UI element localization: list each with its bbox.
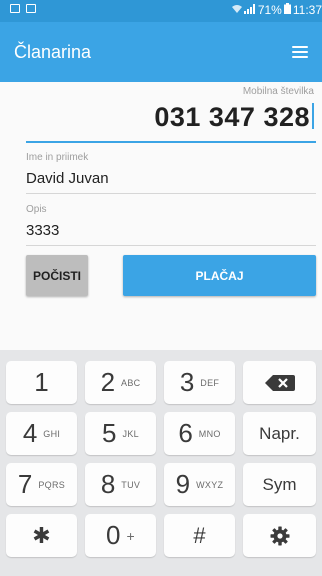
description-field[interactable]: 3333 (26, 222, 59, 239)
symbols-key[interactable]: Sym (243, 463, 316, 506)
description-label: Opis (26, 204, 47, 215)
clear-button[interactable]: POČISTI (26, 255, 88, 296)
status-bar: 71% 11:37 (0, 0, 322, 22)
key-2[interactable]: 2 ABC (85, 361, 156, 404)
pay-button[interactable]: PLAČAJ (123, 255, 316, 296)
key-0[interactable]: 0 + (85, 514, 156, 557)
battery-percent: 71% (257, 3, 282, 17)
numeric-keyboard: 1 2 ABC 3 DEF 4 GHI 5 JKL 6 MNO Napr. 7 PQRS 8… (0, 350, 322, 576)
next-key[interactable]: Napr. (243, 412, 316, 455)
name-field[interactable]: David Juvan (26, 170, 109, 187)
app-title: Članarina (14, 42, 92, 62)
wifi-icon (231, 3, 242, 18)
phone-label: Mobilna številka (242, 86, 314, 97)
screenshot-notification-icon (26, 4, 36, 13)
key-5[interactable]: 5 JKL (85, 412, 156, 455)
star-key[interactable]: ✱ (6, 514, 77, 557)
phone-underline (26, 141, 316, 143)
description-underline (26, 245, 316, 246)
hash-key[interactable]: # (164, 514, 235, 557)
menu-icon[interactable] (292, 46, 308, 60)
phone-value: 031 347 328 (154, 102, 310, 132)
name-label: Ime in priimek (26, 152, 89, 163)
settings-key[interactable] (243, 514, 316, 557)
gallery-notification-icon (10, 4, 20, 13)
name-underline (26, 193, 316, 194)
key-3[interactable]: 3 DEF (164, 361, 235, 404)
key-4[interactable]: 4 GHI (6, 412, 77, 455)
key-6[interactable]: 6 MNO (164, 412, 235, 455)
clock: 11:37 (292, 3, 322, 17)
key-7[interactable]: 7 PQRS (6, 463, 77, 506)
gear-icon (270, 526, 289, 545)
backspace-icon (264, 374, 295, 391)
key-1[interactable]: 1 (6, 361, 77, 404)
phone-field[interactable]: 031 347 328 (154, 102, 314, 133)
key-8[interactable]: 8 TUV (85, 463, 156, 506)
text-cursor (312, 103, 314, 129)
app-bar: Članarina (0, 22, 322, 82)
battery-icon (283, 3, 291, 18)
signal-icon (243, 3, 256, 18)
backspace-key[interactable] (243, 361, 316, 404)
key-9[interactable]: 9 WXYZ (164, 463, 235, 506)
